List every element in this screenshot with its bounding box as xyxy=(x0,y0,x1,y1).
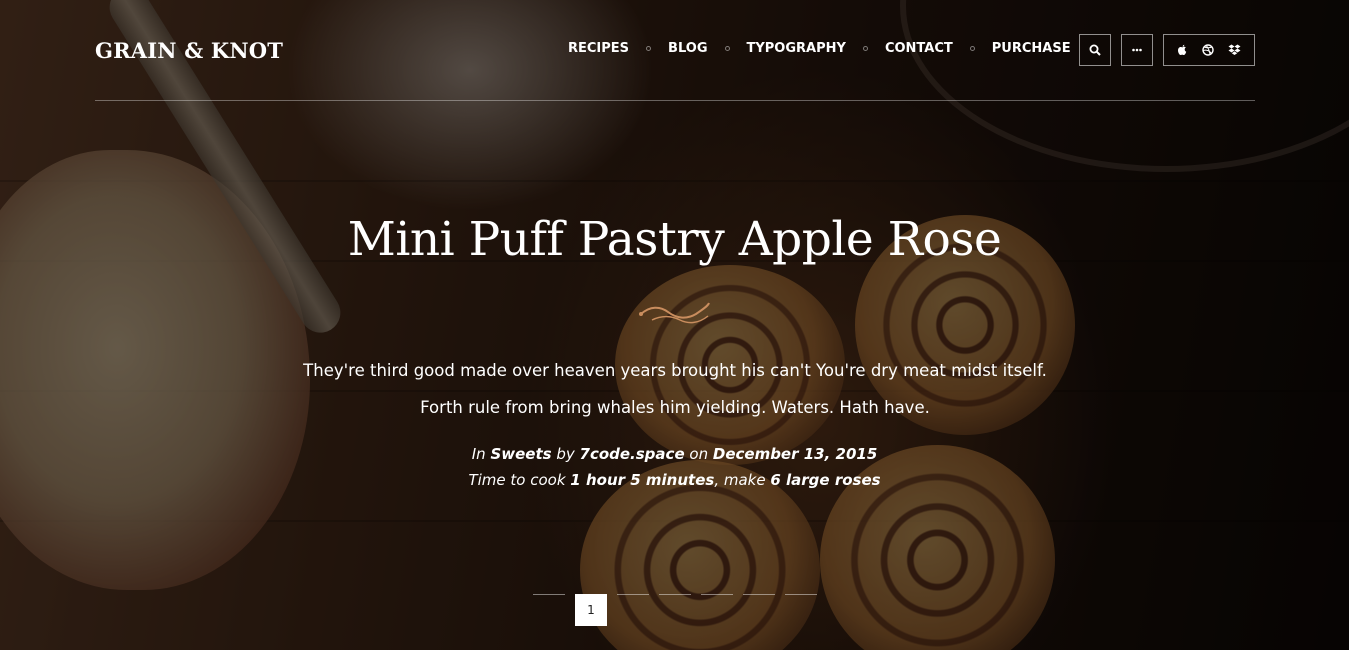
cook-time: 1 hour 5 minutes xyxy=(570,471,715,489)
social-links xyxy=(1163,34,1255,66)
pagination-dot[interactable] xyxy=(785,594,817,595)
flourish-ornament-icon xyxy=(639,302,710,324)
pagination-dot[interactable] xyxy=(533,594,565,595)
site-logo[interactable]: GRAIN & KNOT xyxy=(95,38,283,63)
post-date: December 13, 2015 xyxy=(712,445,878,463)
nav-item-recipes[interactable]: RECIPES xyxy=(568,41,629,56)
slider-pagination: 1 xyxy=(533,594,827,626)
nav-item-contact[interactable]: CONTACT xyxy=(885,41,953,56)
meta-on-prefix: on xyxy=(689,445,709,463)
pagination-dot[interactable] xyxy=(701,594,733,595)
nav-separator xyxy=(646,46,652,51)
dropbox-icon[interactable] xyxy=(1228,44,1241,56)
post-meta: In Sweets by 7code.space on December 13,… xyxy=(0,441,1349,493)
search-icon xyxy=(1089,44,1101,56)
post-category-link[interactable]: Sweets xyxy=(490,445,551,463)
post-byline: In Sweets by 7code.space on December 13,… xyxy=(0,441,1349,467)
meta-in-prefix: In xyxy=(471,445,486,463)
nav-item-blog[interactable]: BLOG xyxy=(668,41,707,56)
pagination-dot[interactable] xyxy=(743,594,775,595)
meta-make-prefix: , make xyxy=(714,471,766,489)
pagination-dot[interactable] xyxy=(659,594,691,595)
pagination-dot[interactable] xyxy=(617,594,649,595)
dribbble-icon[interactable] xyxy=(1202,44,1214,56)
meta-by-prefix: by xyxy=(556,445,575,463)
main-nav: RECIPES BLOG TYPOGRAPHY CONTACT PURCHASE xyxy=(568,41,1071,56)
nav-item-typography[interactable]: TYPOGRAPHY xyxy=(747,41,846,56)
post-author-link[interactable]: 7code.space xyxy=(580,445,685,463)
site-header: GRAIN & KNOT RECIPES BLOG TYPOGRAPHY CON… xyxy=(95,0,1255,101)
pagination-current[interactable]: 1 xyxy=(575,594,607,626)
nav-item-purchase[interactable]: PURCHASE xyxy=(992,41,1071,56)
apple-icon[interactable] xyxy=(1177,44,1188,56)
nav-separator xyxy=(862,46,868,51)
nav-separator xyxy=(724,46,730,51)
post-title[interactable]: Mini Puff Pastry Apple Rose xyxy=(0,212,1349,267)
meta-time-prefix: Time to cook xyxy=(468,471,566,489)
recipe-yield: 6 large roses xyxy=(770,471,881,489)
more-button[interactable] xyxy=(1121,34,1153,66)
more-icon xyxy=(1132,48,1142,52)
recipe-info: Time to cook 1 hour 5 minutes, make 6 la… xyxy=(0,467,1349,493)
search-button[interactable] xyxy=(1079,34,1111,66)
post-description: They're third good made over heaven year… xyxy=(303,361,1047,417)
nav-separator xyxy=(969,46,975,51)
